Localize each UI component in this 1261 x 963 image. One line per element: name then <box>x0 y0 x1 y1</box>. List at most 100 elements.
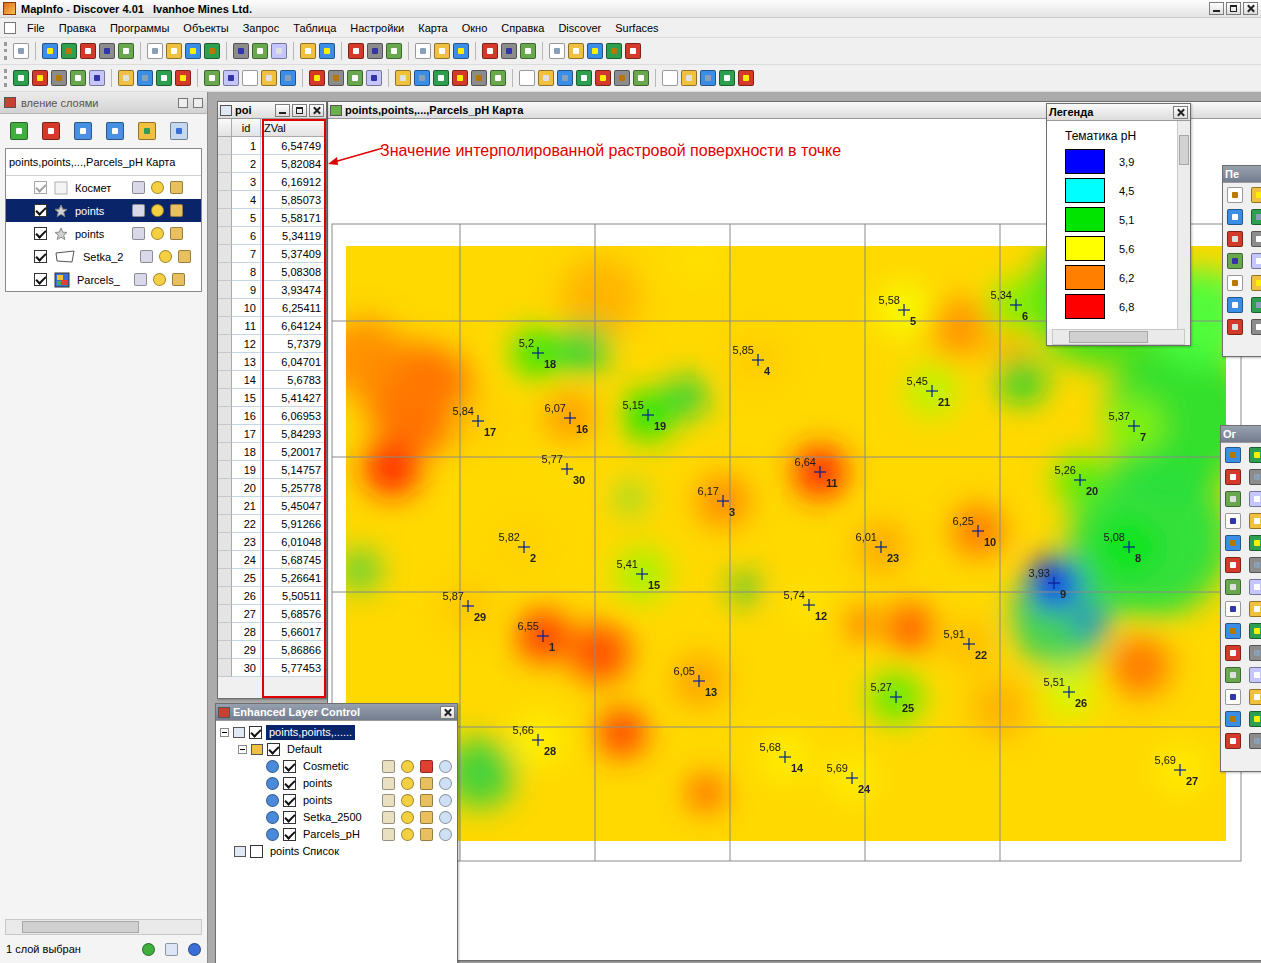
layer-row[interactable]: Parcels_ <box>6 268 201 291</box>
apply-icon[interactable] <box>142 943 155 956</box>
menu-item[interactable]: Настройки <box>343 18 411 38</box>
tool-button-icon[interactable] <box>1225 557 1241 573</box>
edit-icon[interactable] <box>140 250 153 263</box>
tool-button-icon[interactable] <box>347 70 363 86</box>
tool-button-icon[interactable] <box>242 70 258 86</box>
tool-button-icon[interactable] <box>1225 689 1241 705</box>
tool-button-icon[interactable] <box>185 43 201 59</box>
tool-button-icon[interactable] <box>42 43 58 59</box>
sample-point[interactable]: 5,6628 <box>513 724 557 757</box>
tool-button-icon[interactable] <box>309 70 325 86</box>
label-icon[interactable] <box>170 227 183 240</box>
sample-point[interactable]: 6,0513 <box>674 665 718 698</box>
tool-button-icon[interactable] <box>538 70 554 86</box>
sample-point[interactable]: 5,8729 <box>443 590 487 623</box>
help-icon[interactable] <box>188 943 201 956</box>
tool-button-icon[interactable] <box>32 70 48 86</box>
label-icon[interactable] <box>420 760 433 773</box>
sample-point[interactable]: 5,4521 <box>907 375 951 408</box>
sample-point[interactable]: 5,2725 <box>871 681 915 714</box>
edit-icon[interactable] <box>132 181 145 194</box>
tool-button-icon[interactable] <box>1227 319 1243 335</box>
tool-button-icon[interactable] <box>51 70 67 86</box>
maximize-icon[interactable] <box>292 104 307 117</box>
sample-point[interactable]: 5,854 <box>733 344 771 377</box>
tool-button-icon[interactable] <box>1249 535 1261 551</box>
row-selector[interactable] <box>218 587 232 605</box>
tool-button-icon[interactable] <box>395 70 411 86</box>
tool-button-icon[interactable] <box>1251 231 1261 247</box>
tool-button-icon[interactable] <box>433 70 449 86</box>
expander-icon[interactable] <box>238 745 247 754</box>
row-selector[interactable] <box>218 263 232 281</box>
refresh-icon[interactable] <box>170 122 188 140</box>
label-icon[interactable] <box>420 794 433 807</box>
tree-row[interactable]: Cosmetic <box>216 758 457 775</box>
zoom-icon[interactable] <box>439 760 452 773</box>
tool-button-icon[interactable] <box>452 70 468 86</box>
label-icon[interactable] <box>172 273 185 286</box>
tool-button-icon[interactable] <box>568 43 584 59</box>
tool-button-icon[interactable] <box>1225 623 1241 639</box>
zoom-icon[interactable] <box>439 794 452 807</box>
row-selector[interactable] <box>218 371 232 389</box>
tool-button-icon[interactable] <box>1249 689 1261 705</box>
tool-button-icon[interactable] <box>1251 209 1261 225</box>
tool-button-icon[interactable] <box>1225 579 1241 595</box>
visibility-checkbox[interactable] <box>283 811 296 824</box>
tool-button-icon[interactable] <box>1249 469 1261 485</box>
tool-button-icon[interactable] <box>1225 711 1241 727</box>
row-selector[interactable] <box>218 335 232 353</box>
layer-row[interactable]: Setka_2 <box>6 245 201 268</box>
close-icon[interactable] <box>1173 106 1188 119</box>
tool-button-icon[interactable] <box>1249 513 1261 529</box>
tool-button-icon[interactable] <box>61 43 77 59</box>
row-selector[interactable] <box>218 443 232 461</box>
tool-button-icon[interactable] <box>719 70 735 86</box>
visibility-checkbox[interactable] <box>283 760 296 773</box>
close-icon[interactable] <box>1243 2 1258 15</box>
tool-button-icon[interactable] <box>1251 253 1261 269</box>
edit-icon[interactable] <box>134 273 147 286</box>
sample-point[interactable]: 5,6814 <box>760 741 805 774</box>
tool-button-icon[interactable] <box>1251 297 1261 313</box>
menu-item[interactable]: Правка <box>52 18 103 38</box>
column-header[interactable]: ZVal <box>261 119 326 137</box>
tree-row[interactable]: points <box>216 792 457 809</box>
tool-button-icon[interactable] <box>1249 447 1261 463</box>
select-icon[interactable] <box>401 811 414 824</box>
sample-point[interactable]: 5,1519 <box>623 399 667 432</box>
tool-button-icon[interactable] <box>471 70 487 86</box>
tree-row[interactable]: points,points,...... <box>216 724 457 741</box>
select-icon[interactable] <box>401 777 414 790</box>
menu-item[interactable]: Запрос <box>236 18 286 38</box>
tool-button-icon[interactable] <box>633 70 649 86</box>
layer-row[interactable]: points <box>6 199 201 222</box>
row-selector[interactable] <box>218 191 232 209</box>
visibility-checkbox[interactable] <box>283 828 296 841</box>
tree-row[interactable]: Setka_2500 <box>216 809 457 826</box>
tool-button-icon[interactable] <box>13 70 29 86</box>
sample-point[interactable]: 6,173 <box>698 485 736 518</box>
tool-button-icon[interactable] <box>204 43 220 59</box>
close-icon[interactable] <box>193 98 203 108</box>
move-up-icon[interactable] <box>74 122 92 140</box>
sample-point[interactable]: 5,346 <box>991 289 1029 322</box>
row-selector[interactable] <box>218 515 232 533</box>
tool-button-icon[interactable] <box>223 70 239 86</box>
select-icon[interactable] <box>151 227 164 240</box>
menu-item[interactable]: Таблица <box>286 18 343 38</box>
sample-point[interactable]: 6,6411 <box>795 456 838 489</box>
tool-button-icon[interactable] <box>118 43 134 59</box>
tool-button-icon[interactable] <box>1249 711 1261 727</box>
tool-button-icon[interactable] <box>415 43 431 59</box>
visibility-checkbox[interactable] <box>34 227 47 240</box>
edit-icon[interactable] <box>132 204 145 217</box>
row-selector[interactable] <box>218 461 232 479</box>
menu-item[interactable]: Окно <box>455 18 495 38</box>
tool-button-icon[interactable] <box>1227 253 1243 269</box>
tool-button-icon[interactable] <box>271 43 287 59</box>
scroll-thumb[interactable] <box>1179 135 1189 165</box>
tool-button-icon[interactable] <box>625 43 641 59</box>
tool-button-icon[interactable] <box>1225 447 1241 463</box>
